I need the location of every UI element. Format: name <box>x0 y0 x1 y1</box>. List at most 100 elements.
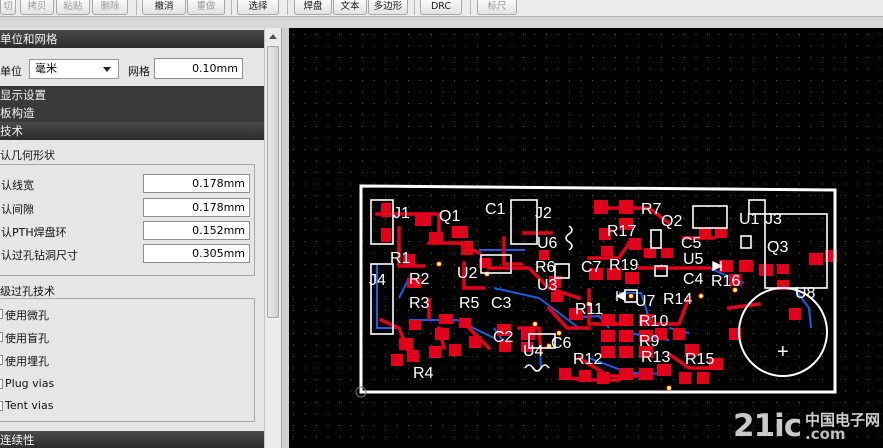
designator-label: Q1 <box>439 208 460 225</box>
via <box>436 261 442 267</box>
toolbar-separator <box>414 0 415 15</box>
designator-label: U6 <box>537 235 558 252</box>
designator-label: R2 <box>409 271 430 288</box>
panel-scrollbar[interactable] <box>264 28 281 448</box>
top-trace <box>727 302 761 310</box>
polygon-button[interactable]: 多边形 <box>368 0 408 15</box>
smd-pad <box>789 308 801 320</box>
unit-select[interactable]: 毫米 <box>29 59 119 79</box>
plug-vias-checkbox[interactable] <box>0 379 3 389</box>
redo-button[interactable]: 重做 <box>187 0 225 15</box>
top-trace <box>567 376 621 382</box>
delete-button[interactable]: 删除 <box>92 0 128 15</box>
designator-label: R17 <box>607 223 636 240</box>
pth-annular-ring-label: 认PTH焊盘环 <box>1 226 67 239</box>
designator-label: R13 <box>641 349 670 366</box>
designator-label: C1 <box>485 201 506 218</box>
select-button[interactable]: 选择 <box>237 0 279 15</box>
toolbar: 切 拷贝 粘贴 删除 撤消 重做 选择 焊盘 文本 多边形 DRC 标尺 <box>0 0 883 17</box>
designator-label: C6 <box>551 335 572 352</box>
copy-button[interactable]: 拷贝 <box>20 0 54 15</box>
units-grid-header[interactable]: 单位和网格 <box>0 30 264 48</box>
designator-label: Q3 <box>767 239 788 256</box>
designator-label: R5 <box>459 295 480 312</box>
grid-input[interactable]: 0.10mm <box>154 58 243 79</box>
smd-pad <box>579 370 591 382</box>
technology-header[interactable]: 技术 <box>0 122 264 140</box>
smd-pad <box>679 372 691 384</box>
designator-label: U2 <box>457 265 478 282</box>
designator-label: U7 <box>635 293 656 310</box>
advanced-vias-title: 级过孔技术 <box>0 285 55 298</box>
designator-label: R12 <box>573 351 602 368</box>
tent-vias-label: Tent vias <box>5 399 54 412</box>
via <box>698 293 704 299</box>
designator-label: R7 <box>641 201 662 218</box>
line-width-label: 认线宽 <box>1 179 34 192</box>
ruler-button[interactable]: 标尺 <box>477 0 517 15</box>
smd-pad <box>429 346 441 358</box>
smd-pad <box>409 320 421 330</box>
smd-pad <box>469 336 481 348</box>
cut-button[interactable]: 切 <box>0 0 16 15</box>
smd-pad <box>619 314 633 326</box>
via-drill-size-input[interactable]: 0.305mm <box>143 244 250 263</box>
designator-label: Q2 <box>661 213 682 230</box>
paste-button[interactable]: 粘贴 <box>56 0 90 15</box>
pad-button[interactable]: 焊盘 <box>294 0 332 15</box>
clearance-input[interactable]: 0.178mm <box>143 198 250 217</box>
buried-via-checkbox[interactable] <box>0 355 3 365</box>
micro-via-label: 使用微孔 <box>5 309 49 322</box>
smd-pad <box>439 314 453 324</box>
buried-via-label: 使用埋孔 <box>5 355 49 368</box>
silkscreen-outline <box>650 229 662 249</box>
smd-pad <box>429 232 443 242</box>
designator-label: C7 <box>581 259 602 276</box>
line-width-input[interactable]: 0.178mm <box>143 174 250 193</box>
designator-label: R1 <box>390 250 411 267</box>
pcb-layout[interactable]: J1 Q1 C1 J2 R7Q2 U1 J3 U6 R17 C5 Q3 R1 U2 R6 C7 R19 U5 C4… <box>289 28 883 448</box>
designator-label: R6 <box>535 259 556 276</box>
designator-label: J1 <box>393 205 410 222</box>
micro-via-checkbox[interactable] <box>0 309 3 319</box>
smd-pad <box>452 226 468 238</box>
display-settings-header[interactable]: 显示设置 <box>0 86 264 105</box>
unit-label: 单位 <box>0 65 22 78</box>
scroll-thumb[interactable] <box>267 46 279 318</box>
scroll-up-icon[interactable] <box>265 28 281 44</box>
smd-pad <box>639 368 653 380</box>
board-structure-header[interactable]: 板构造 <box>0 104 264 122</box>
plug-vias-label: Plug vias <box>5 377 55 390</box>
default-geometry-group: 认线宽 0.178mm 认间隙 0.178mm 认PTH焊盘环 0.152mm … <box>0 164 255 276</box>
toolbar-separator <box>287 0 288 15</box>
designator-label: U3 <box>537 277 558 294</box>
smd-pad <box>601 330 615 342</box>
pcb-canvas[interactable]: J1 Q1 C1 J2 R7 Q2 U1 J3 U6 R17 C5 Q3 R1 U2 R6 C7 R19 U5 C4… <box>289 28 883 448</box>
drc-button[interactable]: DRC <box>420 0 462 15</box>
properties-panel: 单位和网格 单位 毫米 网格 0.10mm 显示设置 板构造 技术 认几何形状 … <box>0 28 264 448</box>
smd-pad <box>597 372 609 384</box>
pth-annular-ring-input[interactable]: 0.152mm <box>143 221 250 240</box>
panel-splitter[interactable] <box>281 28 289 448</box>
via <box>628 293 634 299</box>
smd-pad <box>381 228 391 242</box>
undo-button[interactable]: 撤消 <box>142 0 186 15</box>
connectivity-header[interactable]: 连续性 <box>0 431 264 448</box>
silkscreen-outline <box>692 205 728 229</box>
designator-label: R3 <box>409 295 430 312</box>
default-geometry-title: 认几何形状 <box>0 149 55 162</box>
blind-via-checkbox[interactable] <box>0 332 3 342</box>
text-button[interactable]: 文本 <box>333 0 367 15</box>
smd-pad <box>759 264 773 276</box>
designator-label: U1 <box>739 211 760 228</box>
watermark-logo: 21ic <box>733 408 802 444</box>
smd-pad <box>399 338 413 350</box>
advanced-vias-group: 使用微孔 使用盲孔 使用埋孔 Plug vias Tent vias <box>0 298 255 422</box>
designator-label: R9 <box>639 333 660 350</box>
chevron-down-icon <box>103 67 111 72</box>
tent-vias-checkbox[interactable] <box>0 401 3 411</box>
designator-label: C2 <box>493 329 514 346</box>
smd-pad <box>661 248 673 258</box>
smd-pad <box>559 368 571 380</box>
designator-label: C4 <box>683 271 704 288</box>
